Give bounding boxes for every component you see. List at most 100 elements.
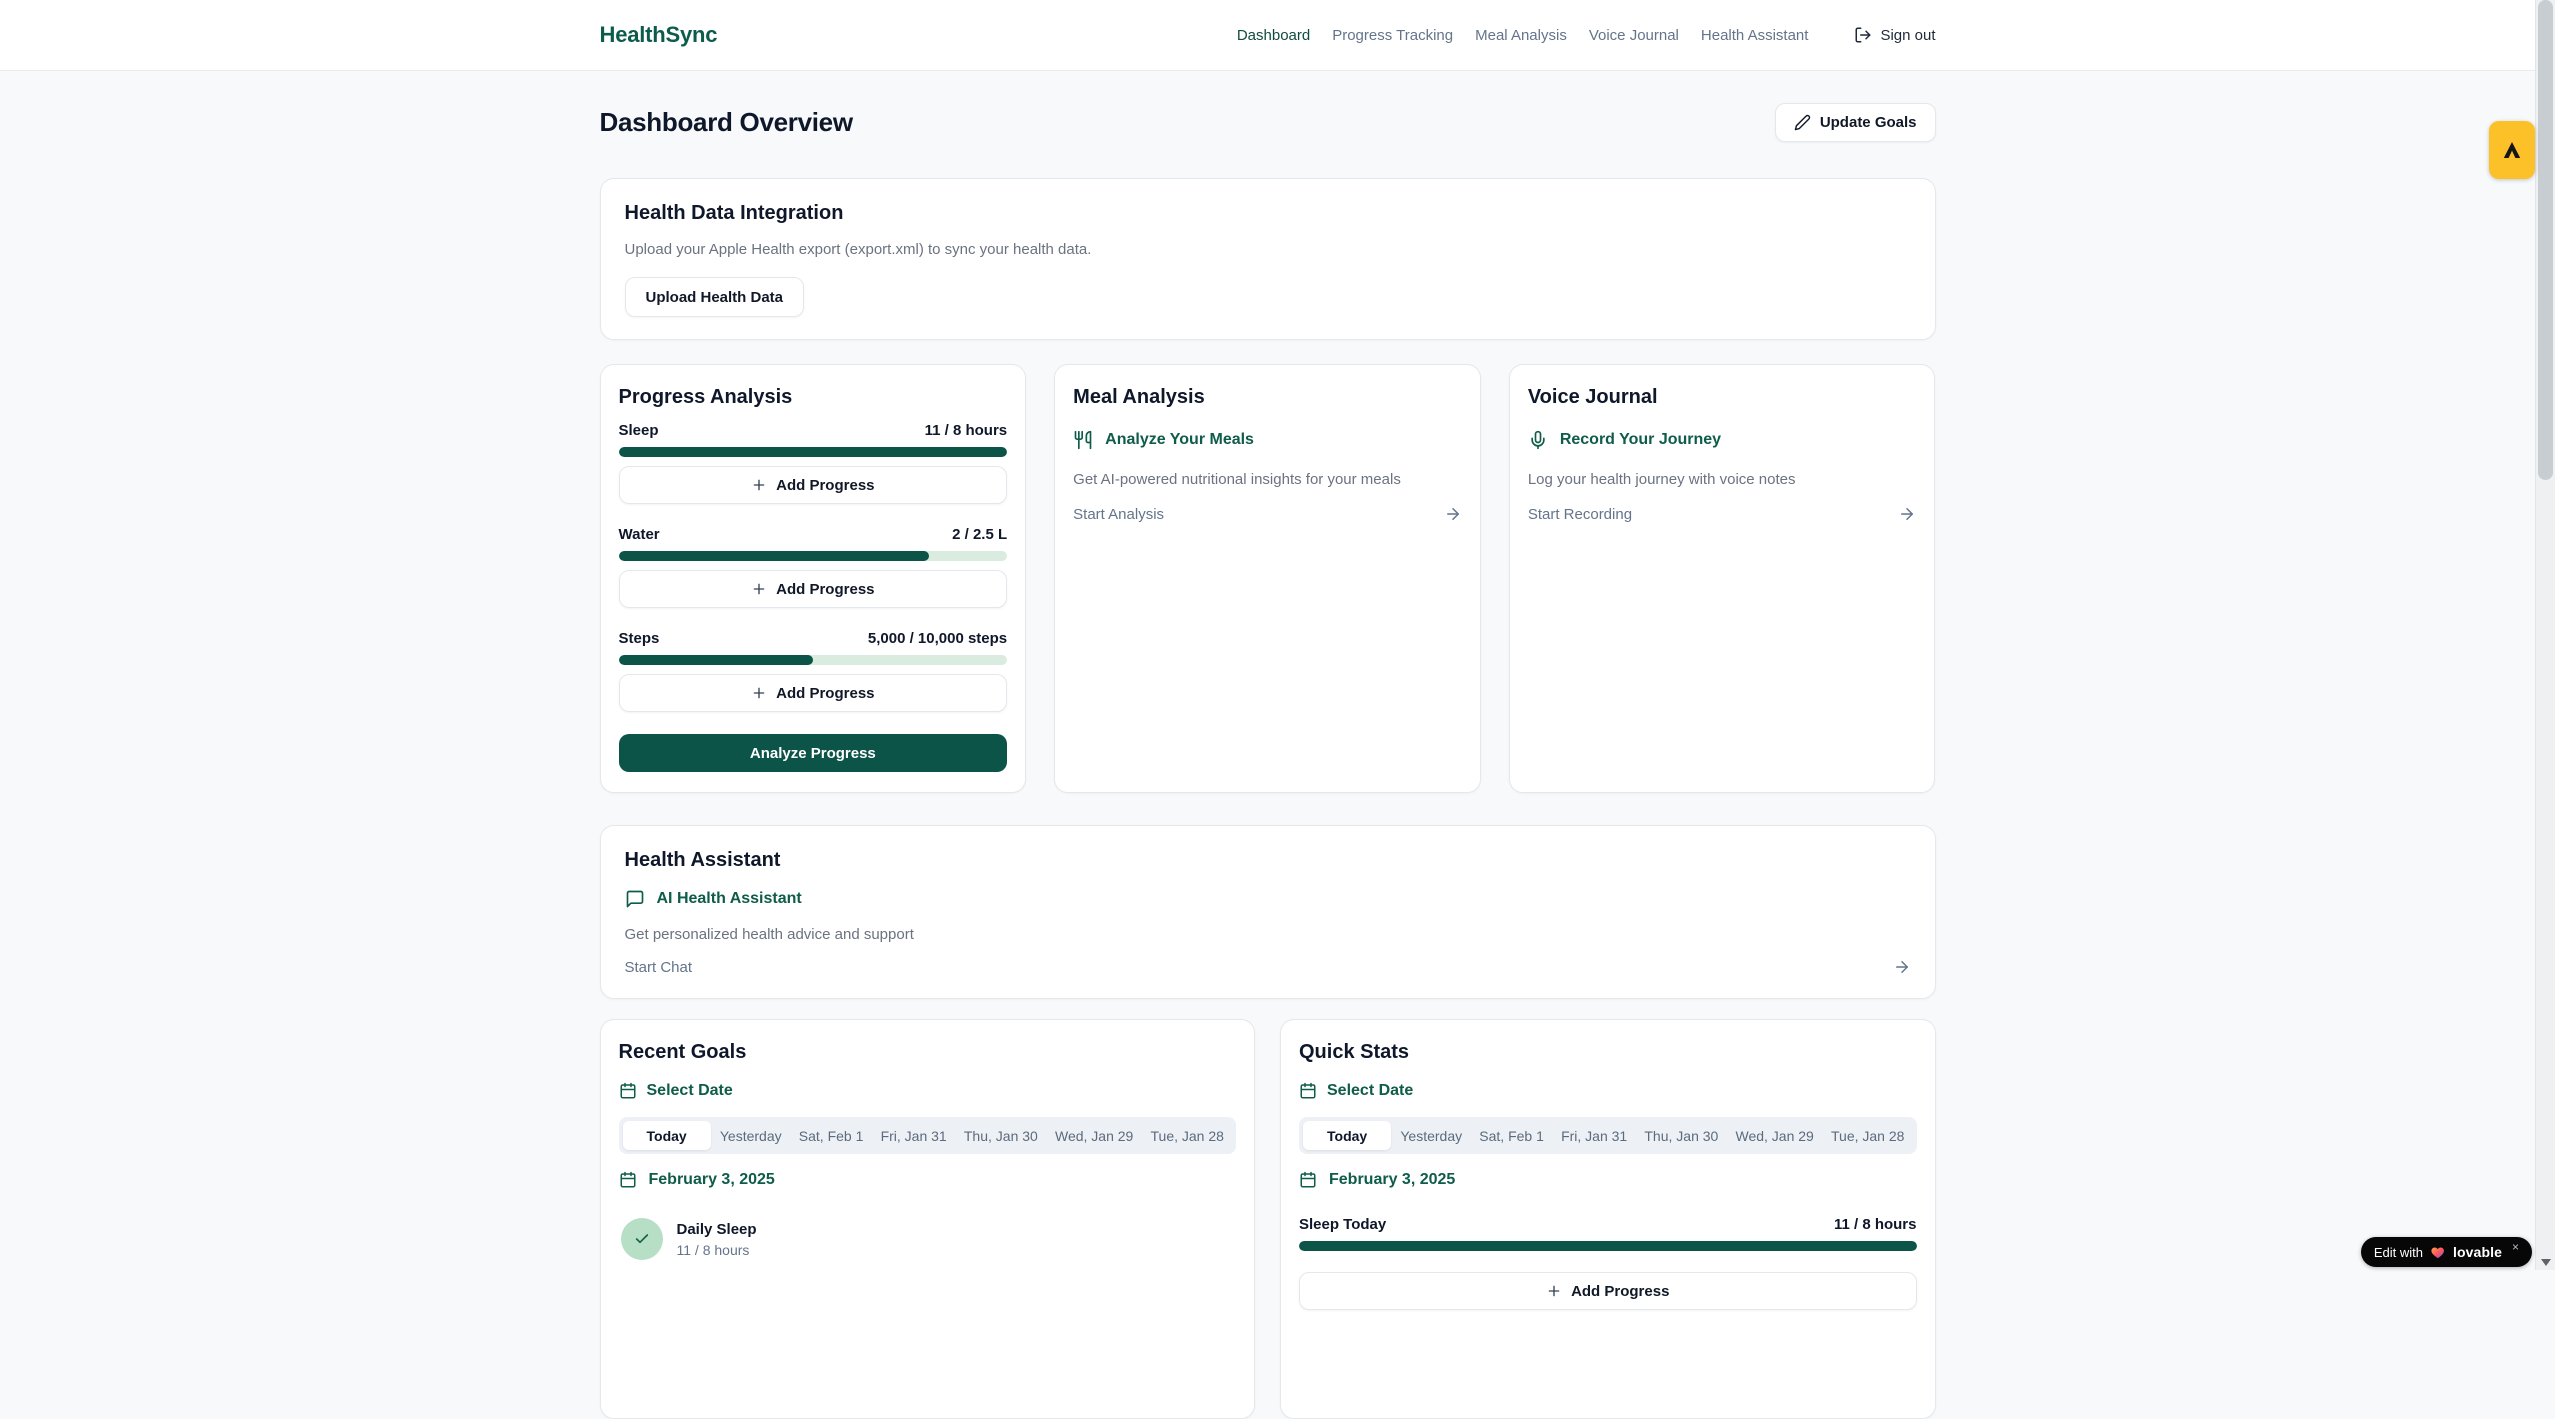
plus-icon — [751, 581, 767, 597]
stats-tab-sat-feb-1[interactable]: Sat, Feb 1 — [1471, 1128, 1552, 1144]
progress-title: Progress Analysis — [619, 385, 1008, 410]
top-navigation-bar: HealthSync Dashboard Progress Tracking M… — [0, 0, 2535, 71]
page-scrollbar[interactable] — [2535, 0, 2555, 1270]
goals-date-tabs: Today Yesterday Sat, Feb 1 Fri, Jan 31 T… — [619, 1117, 1237, 1154]
metric-value-water: 2 / 2.5 L — [952, 526, 1007, 544]
nav-voice-journal[interactable]: Voice Journal — [1589, 27, 1679, 44]
calendar-icon — [1299, 1082, 1317, 1100]
recent-goals-card: Recent Goals Select Date Today Yesterday… — [600, 1019, 1256, 1419]
calendar-icon — [1299, 1171, 1317, 1189]
stats-tab-wed-jan-29[interactable]: Wed, Jan 29 — [1727, 1128, 1821, 1144]
add-progress-steps-button[interactable]: Add Progress — [619, 674, 1008, 712]
page-title: Dashboard Overview — [600, 107, 853, 138]
stats-add-progress-button[interactable]: Add Progress — [1299, 1272, 1917, 1310]
goals-selected-date: February 3, 2025 — [619, 1168, 1237, 1192]
utensils-icon — [1073, 430, 1093, 450]
microphone-icon — [1528, 430, 1548, 450]
log-out-icon — [1854, 26, 1872, 44]
add-progress-water-button[interactable]: Add Progress — [619, 570, 1008, 608]
assistant-title: Health Assistant — [625, 848, 1911, 873]
stats-select-date[interactable]: Select Date — [1299, 1079, 1917, 1103]
goals-tab-wed-jan-29[interactable]: Wed, Jan 29 — [1047, 1128, 1141, 1144]
main-nav: Dashboard Progress Tracking Meal Analysi… — [1237, 26, 1936, 44]
voice-title: Voice Journal — [1528, 385, 1917, 410]
goals-tab-today[interactable]: Today — [623, 1121, 711, 1150]
metric-value-steps: 5,000 / 10,000 steps — [868, 630, 1007, 648]
quick-stats-card: Quick Stats Select Date Today Yesterday … — [1280, 1019, 1936, 1419]
stats-tab-fri-jan-31[interactable]: Fri, Jan 31 — [1553, 1128, 1635, 1144]
goals-tab-tue-jan-28[interactable]: Tue, Jan 28 — [1143, 1128, 1232, 1144]
metric-label-water: Water — [619, 526, 660, 544]
upload-health-data-button[interactable]: Upload Health Data — [625, 277, 805, 317]
stats-metric-label: Sleep Today — [1299, 1216, 1386, 1234]
steps-progress-bar — [619, 655, 1008, 665]
calendar-icon — [619, 1171, 637, 1189]
stats-tab-thu-jan-30[interactable]: Thu, Jan 30 — [1636, 1128, 1726, 1144]
stats-tab-today[interactable]: Today — [1303, 1121, 1391, 1150]
goals-select-date[interactable]: Select Date — [619, 1079, 1237, 1103]
dashboard-page: Dashboard Overview Update Goals Health D… — [600, 71, 1936, 1419]
arrow-right-icon — [1893, 958, 1911, 976]
quick-stats-title: Quick Stats — [1299, 1040, 1917, 1065]
sleep-today-progress-bar — [1299, 1241, 1917, 1251]
stats-date-tabs: Today Yesterday Sat, Feb 1 Fri, Jan 31 T… — [1299, 1117, 1917, 1154]
meal-title: Meal Analysis — [1073, 385, 1462, 410]
sleep-progress-bar — [619, 447, 1008, 457]
goal-value: 11 / 8 hours — [677, 1242, 757, 1258]
voice-description: Log your health journey with voice notes — [1528, 470, 1917, 489]
lovable-brand: lovable — [2453, 1244, 2502, 1260]
stats-metric-value: 11 / 8 hours — [1834, 1216, 1917, 1234]
stats-tab-tue-jan-28[interactable]: Tue, Jan 28 — [1823, 1128, 1912, 1144]
water-progress-bar — [619, 551, 1008, 561]
nav-dashboard[interactable]: Dashboard — [1237, 27, 1310, 44]
nav-meal-analysis[interactable]: Meal Analysis — [1475, 27, 1567, 44]
goal-list-item: Daily Sleep 11 / 8 hours — [619, 1218, 1237, 1260]
health-assistant-card: Health Assistant AI Health Assistant Get… — [600, 825, 1936, 999]
voice-journal-card: Voice Journal Record Your Journey Log yo… — [1509, 364, 1936, 793]
arrow-right-icon — [1444, 505, 1462, 523]
nav-health-assistant[interactable]: Health Assistant — [1701, 27, 1809, 44]
browser-extension-tab-button[interactable] — [2489, 121, 2535, 179]
edit-with-lovable-badge[interactable]: Edit with lovable × — [2361, 1237, 2532, 1267]
start-chat-action[interactable]: Start Chat — [625, 958, 1911, 976]
plus-icon — [751, 685, 767, 701]
analyze-progress-button[interactable]: Analyze Progress — [619, 734, 1008, 772]
nav-progress-tracking[interactable]: Progress Tracking — [1332, 27, 1453, 44]
scrollbar-thumb[interactable] — [2538, 0, 2553, 480]
start-recording-action[interactable]: Start Recording — [1528, 505, 1917, 523]
goals-tab-fri-jan-31[interactable]: Fri, Jan 31 — [873, 1128, 955, 1144]
goal-name: Daily Sleep — [677, 1220, 757, 1239]
lovable-prefix: Edit with — [2374, 1245, 2423, 1260]
metric-value-sleep: 11 / 8 hours — [925, 422, 1008, 440]
stats-tab-yesterday[interactable]: Yesterday — [1392, 1128, 1470, 1144]
progress-analysis-card: Progress Analysis Sleep 11 / 8 hours Add… — [600, 364, 1027, 793]
goal-complete-check-icon — [621, 1218, 663, 1260]
sign-out-label: Sign out — [1880, 27, 1935, 44]
integration-title: Health Data Integration — [625, 201, 1911, 226]
calendar-icon — [619, 1082, 637, 1100]
goals-tab-thu-jan-30[interactable]: Thu, Jan 30 — [956, 1128, 1046, 1144]
pencil-icon — [1794, 114, 1811, 131]
sign-out-button[interactable]: Sign out — [1854, 26, 1935, 44]
meal-description: Get AI-powered nutritional insights for … — [1073, 470, 1462, 489]
plus-icon — [1546, 1283, 1562, 1299]
ai-health-assistant-link[interactable]: AI Health Assistant — [625, 887, 1911, 911]
gradient-heart-icon — [2430, 1245, 2446, 1260]
health-data-integration-card: Health Data Integration Upload your Appl… — [600, 178, 1936, 340]
assistant-description: Get personalized health advice and suppo… — [625, 925, 1911, 944]
update-goals-button[interactable]: Update Goals — [1775, 103, 1936, 142]
add-progress-sleep-button[interactable]: Add Progress — [619, 466, 1008, 504]
lovable-close-button[interactable]: × — [2512, 1240, 2519, 1254]
start-analysis-action[interactable]: Start Analysis — [1073, 505, 1462, 523]
goals-tab-sat-feb-1[interactable]: Sat, Feb 1 — [791, 1128, 872, 1144]
recent-goals-title: Recent Goals — [619, 1040, 1237, 1065]
app-logo[interactable]: HealthSync — [600, 22, 718, 48]
integration-description: Upload your Apple Health export (export.… — [625, 240, 1911, 259]
record-your-journey-link[interactable]: Record Your Journey — [1528, 428, 1917, 452]
goals-tab-yesterday[interactable]: Yesterday — [712, 1128, 790, 1144]
stats-selected-date: February 3, 2025 — [1299, 1168, 1917, 1192]
analyze-your-meals-link[interactable]: Analyze Your Meals — [1073, 428, 1462, 452]
tent-logo-icon — [2500, 138, 2524, 162]
scrollbar-down-arrow[interactable] — [2541, 1259, 2551, 1266]
meal-analysis-card: Meal Analysis Analyze Your Meals Get AI-… — [1054, 364, 1481, 793]
